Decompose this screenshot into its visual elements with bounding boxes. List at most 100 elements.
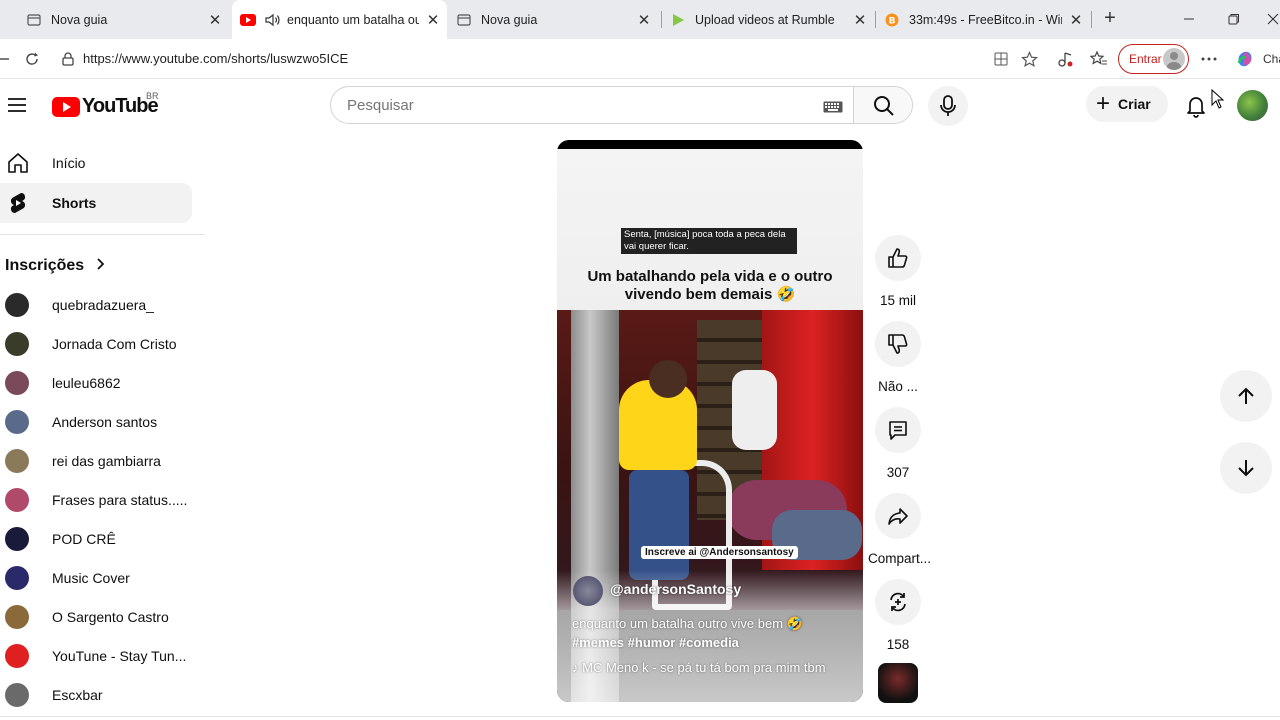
speaker-icon[interactable] — [265, 12, 281, 28]
subscription-item[interactable]: Frases para status..... — [0, 480, 192, 519]
window-bottom-edge — [0, 716, 1280, 717]
search-input[interactable]: Pesquisar — [347, 97, 414, 114]
channel-avatar — [5, 683, 29, 707]
person-shape — [732, 370, 777, 450]
hashtags[interactable]: #memes #humor #comedia — [572, 633, 852, 652]
tab-nova-guia-1[interactable]: Nova guia ✕ — [14, 0, 229, 39]
video-caption: Senta, [música] poca toda a peca dela va… — [621, 228, 797, 254]
close-window-button[interactable] — [1266, 8, 1280, 30]
subscription-item[interactable]: POD CRÊ — [0, 519, 192, 558]
minimize-button[interactable] — [1178, 8, 1200, 30]
video-title-line: Um batalhando pela vida e o outro — [587, 268, 833, 285]
favorite-star-icon[interactable] — [1019, 49, 1039, 69]
subscription-item[interactable]: quebradazuera_ — [0, 285, 192, 324]
hamburger-menu-icon[interactable] — [6, 94, 28, 116]
channel-avatar — [5, 605, 29, 629]
subscription-item[interactable]: YouTune - Stay Tun... — [0, 636, 192, 675]
close-tab-icon[interactable]: ✕ — [425, 12, 441, 29]
sign-in-label: Entrar — [1129, 52, 1162, 66]
subscription-name: quebradazuera_ — [52, 297, 154, 313]
subscription-item[interactable]: Anderson santos — [0, 402, 192, 441]
voice-search-button[interactable] — [928, 86, 968, 126]
subscription-item[interactable]: O Sargento Castro — [0, 597, 192, 636]
subscription-name: Jornada Com Cristo — [52, 336, 177, 352]
channel-avatar — [5, 449, 29, 473]
subscription-item[interactable]: leuleu6862 — [0, 363, 192, 402]
sidebar-item-inicio[interactable]: Início — [0, 143, 192, 183]
subscription-item[interactable]: Jornada Com Cristo — [0, 324, 192, 363]
remix-action: 158 — [868, 579, 928, 652]
comments-button[interactable] — [875, 407, 921, 453]
refresh-icon[interactable] — [22, 49, 42, 69]
favorites-icon[interactable] — [1089, 49, 1109, 69]
next-short-button[interactable] — [1220, 442, 1272, 494]
more-options-icon[interactable] — [1199, 49, 1219, 69]
subscription-name: O Sargento Castro — [52, 609, 169, 625]
sidebar-divider — [0, 234, 205, 235]
sign-in-button[interactable]: Entrar — [1118, 44, 1189, 74]
microphone-icon — [940, 95, 956, 116]
shorts-video-player[interactable]: Senta, [música] poca toda a peca dela va… — [557, 140, 863, 702]
channel-name[interactable]: @andersonSantosy — [610, 581, 741, 597]
tab-rumble[interactable]: Upload videos at Rumble ✕ — [668, 0, 872, 39]
back-arrow-icon[interactable] — [0, 49, 14, 69]
arrow-down-icon — [1238, 460, 1254, 477]
thumbs-down-icon — [888, 334, 908, 354]
subscription-name: Anderson santos — [52, 414, 158, 430]
app-available-icon[interactable] — [991, 49, 1011, 69]
sidebar-item-label: Início — [52, 155, 86, 171]
account-avatar[interactable] — [1237, 90, 1268, 121]
create-button[interactable]: + Criar — [1086, 86, 1168, 122]
close-tab-icon[interactable]: ✕ — [1068, 12, 1084, 29]
browser-tab-strip: Nova guia ✕ enquanto um batalha outro vi… — [0, 0, 1280, 39]
previous-short-button[interactable] — [1220, 370, 1272, 422]
share-action: Compart... — [868, 493, 932, 566]
close-tab-icon[interactable]: ✕ — [207, 12, 223, 29]
search-box[interactable]: Pesquisar — [330, 86, 913, 124]
keyboard-icon[interactable] — [823, 100, 843, 113]
new-tab-button[interactable]: + — [1100, 8, 1120, 29]
dislike-action: Não ... — [868, 321, 928, 394]
subscription-item[interactable]: rei das gambiarra — [0, 441, 192, 480]
music-title: MC Meno k - se pá tu tá bom pra mim tbm — [582, 660, 826, 675]
notifications-bell-icon[interactable] — [1183, 93, 1209, 119]
copilot-label[interactable]: Cha — [1263, 52, 1280, 66]
music-info[interactable]: ♪ MC Meno k - se pá tu tá bom pra mim tb… — [572, 660, 826, 675]
comments-action: 307 — [868, 407, 928, 480]
dislike-button[interactable] — [875, 321, 921, 367]
video-description[interactable]: enquanto um batalha outro vive bem 🤣 #me… — [572, 614, 852, 652]
close-tab-icon[interactable]: ✕ — [852, 12, 868, 29]
restore-button[interactable] — [1223, 8, 1245, 30]
tab-freebitco[interactable]: B 33m:49s - FreeBitco.in - Win free bitc… — [882, 0, 1088, 39]
subscriptions-heading[interactable]: Inscrições — [5, 257, 106, 275]
remix-button[interactable] — [875, 579, 921, 625]
sidebar-item-shorts[interactable]: Shorts — [0, 183, 192, 223]
rumble-icon — [670, 12, 686, 28]
youtube-logo[interactable]: YouTube BR — [52, 91, 159, 118]
video-overlay-title: Um batalhando pela vida e o outro vivend… — [557, 268, 863, 304]
close-tab-icon[interactable]: ✕ — [636, 12, 652, 29]
subscription-name: Music Cover — [52, 570, 130, 586]
tab-nova-guia-2[interactable]: Nova guia ✕ — [450, 0, 658, 39]
search-button[interactable] — [853, 87, 912, 123]
share-button[interactable] — [875, 493, 921, 539]
like-button[interactable] — [875, 235, 921, 281]
channel-avatar[interactable] — [573, 576, 603, 606]
music-note-icon: ♪ — [572, 660, 583, 675]
copilot-icon[interactable] — [1235, 49, 1255, 69]
address-bar[interactable]: https://www.youtube.com/shorts/luswzwo5I… — [52, 44, 1052, 74]
channel-avatar — [5, 644, 29, 668]
subscription-item[interactable]: Music Cover — [0, 558, 192, 597]
comment-count: 307 — [886, 465, 910, 480]
youtube-icon — [240, 12, 256, 28]
audio-source-thumbnail[interactable] — [878, 663, 918, 703]
channel-avatar — [5, 332, 29, 356]
create-label: Criar — [1118, 96, 1151, 112]
tab-youtube-short[interactable]: enquanto um batalha outro vive bem ✕ — [232, 0, 447, 39]
media-control-icon[interactable] — [1055, 49, 1075, 69]
share-label: Compart... — [868, 551, 932, 566]
like-count: 15 mil — [879, 293, 916, 308]
site-info-icon[interactable] — [60, 51, 76, 67]
page-icon — [456, 12, 472, 28]
subscription-item[interactable]: Escxbar — [0, 675, 192, 714]
